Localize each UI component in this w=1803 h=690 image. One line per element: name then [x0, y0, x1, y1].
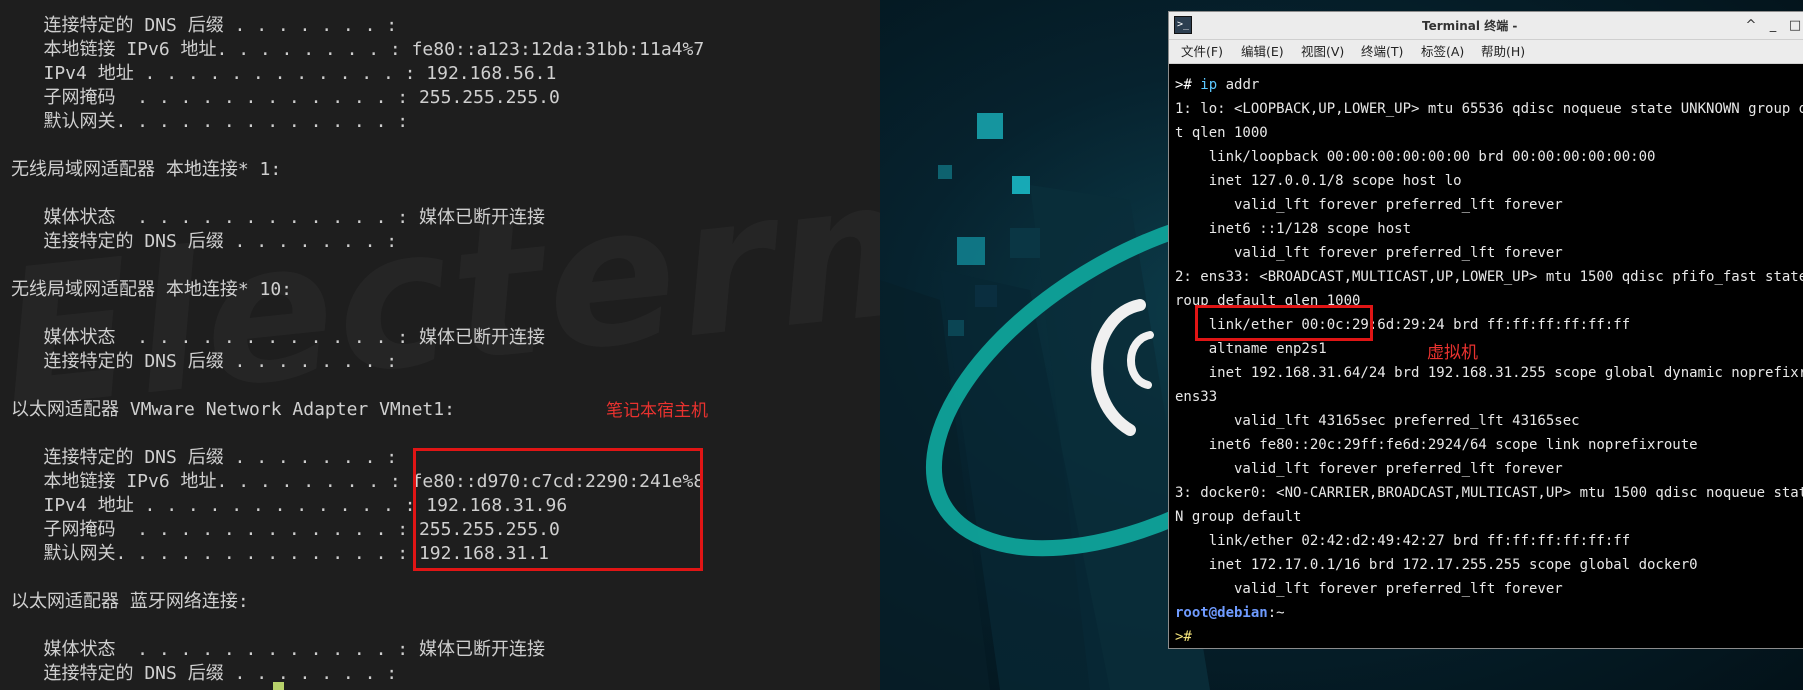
console-cursor: [273, 682, 284, 690]
terminal-body[interactable]: ># ip addr 1: lo: <LOOPBACK,UP,LOWER_UP>…: [1169, 64, 1803, 648]
terminal-window[interactable]: >_ Terminal 终端 - ^ _ □ 文件(F) 编辑(E) 视图(V)…: [1168, 11, 1803, 649]
console-line: 媒体状态 . . . . . . . . . . . . : 媒体已断开连接: [11, 207, 545, 228]
console-line: 连接特定的 DNS 后缀 . . . . . . . :: [11, 15, 398, 36]
menu-bar: 文件(F) 编辑(E) 视图(V) 终端(T) 标签(A) 帮助(H): [1169, 40, 1803, 64]
host-ip-highlight-box: [413, 448, 703, 571]
terminal-output-line: inet 127.0.0.1/8 scope host lo: [1175, 173, 1462, 189]
console-line: 连接特定的 DNS 后缀 . . . . . . . :: [11, 663, 398, 684]
terminal-output-line: valid_lft forever preferred_lft forever: [1175, 581, 1563, 597]
terminal-output-line: valid_lft forever preferred_lft forever: [1175, 461, 1563, 477]
terminal-output-line: link/ether 02:42:d2:49:42:27 brd ff:ff:f…: [1175, 533, 1631, 549]
console-line: 连接特定的 DNS 后缀 . . . . . . . :: [11, 351, 398, 372]
console-line: 媒体状态 . . . . . . . . . . . . : 媒体已断开连接: [11, 639, 545, 660]
window-title: Terminal 终端 -: [1422, 19, 1518, 33]
menu-view[interactable]: 视图(V): [1301, 40, 1344, 64]
console-line: 子网掩码 . . . . . . . . . . . . : 255.255.2…: [11, 87, 560, 108]
console-line: 以太网适配器 蓝牙网络连接:: [11, 591, 249, 612]
terminal-output-line: valid_lft forever preferred_lft forever: [1175, 245, 1563, 261]
command-arg: addr: [1225, 77, 1260, 93]
terminal-app-icon: >_: [1174, 16, 1192, 34]
prompt-symbol: >#: [1175, 77, 1192, 93]
input-line[interactable]: >#: [1175, 625, 1803, 648]
console-line: 无线局域网适配器 本地连接* 1:: [11, 159, 282, 180]
console-line: 以太网适配器 VMware Network Adapter VMnet1:: [11, 399, 455, 420]
ip-addr-output: 1: lo: <LOOPBACK,UP,LOWER_UP> mtu 65536 …: [1175, 97, 1803, 601]
menu-edit[interactable]: 编辑(E): [1241, 40, 1284, 64]
host-annotation-label: 笔记本宿主机: [606, 401, 708, 421]
command-keyword: ip: [1200, 77, 1218, 93]
menu-tabs[interactable]: 标签(A): [1421, 40, 1464, 64]
terminal-output-line: 1: lo: <LOOPBACK,UP,LOWER_UP> mtu 65536 …: [1175, 101, 1803, 117]
menu-file[interactable]: 文件(F): [1181, 40, 1223, 64]
command-line: ># ip addr: [1175, 73, 1803, 97]
console-line: 连接特定的 DNS 后缀 . . . . . . . :: [11, 231, 398, 252]
console-line: 本地链接 IPv6 地址. . . . . . . . : fe80::a123…: [11, 39, 705, 60]
console-output: 连接特定的 DNS 后缀 . . . . . . . : 本地链接 IPv6 地…: [11, 14, 704, 686]
terminal-output-line: 3: docker0: <NO-CARRIER,BROADCAST,MULTIC…: [1175, 485, 1803, 501]
prompt-symbol-2: >#: [1175, 629, 1192, 645]
terminal-output-line: inet 192.168.31.64/24 brd 192.168.31.255…: [1175, 365, 1803, 381]
terminal-output-line: inet 172.17.0.1/16 brd 172.17.255.255 sc…: [1175, 557, 1698, 573]
maximize-button[interactable]: □: [1786, 16, 1803, 36]
terminal-output-line: 2: ens33: <BROADCAST,MULTICAST,UP,LOWER_…: [1175, 269, 1803, 285]
terminal-output: ># ip addr 1: lo: <LOOPBACK,UP,LOWER_UP>…: [1175, 73, 1803, 648]
terminal-output-line: valid_lft forever preferred_lft forever: [1175, 197, 1563, 213]
prompt-user-host: root@debian: [1175, 605, 1268, 621]
console-line: 媒体状态 . . . . . . . . . . . . : 媒体已断开连接: [11, 327, 545, 348]
terminal-output-line: link/loopback 00:00:00:00:00:00 brd 00:0…: [1175, 149, 1656, 165]
terminal-output-line: inet6 fe80::20c:29ff:fe6d:2924/64 scope …: [1175, 437, 1698, 453]
vm-annotation-label: 虚拟机: [1427, 343, 1478, 363]
menu-help[interactable]: 帮助(H): [1481, 40, 1525, 64]
title-bar[interactable]: >_ Terminal 终端 - ^ _ □: [1169, 12, 1803, 40]
windows-console[interactable]: Electerm 连接特定的 DNS 后缀 . . . . . . . : 本地…: [0, 0, 880, 690]
terminal-output-line: t qlen 1000: [1175, 125, 1268, 141]
collapse-button[interactable]: ^: [1742, 16, 1760, 36]
terminal-output-line: N group default: [1175, 509, 1302, 525]
minimize-button[interactable]: _: [1764, 16, 1782, 36]
terminal-output-line: valid_lft 43165sec preferred_lft 43165se…: [1175, 413, 1580, 429]
prompt-path: :~: [1267, 605, 1285, 621]
menu-terminal[interactable]: 终端(T): [1361, 40, 1403, 64]
prompt-line: root@debian:~: [1175, 601, 1803, 625]
console-line: 无线局域网适配器 本地连接* 10:: [11, 279, 293, 300]
console-line: IPv4 地址 . . . . . . . . . . . . : 192.16…: [11, 63, 557, 84]
terminal-output-line: ens33: [1175, 389, 1218, 405]
terminal-output-line: inet6 ::1/128 scope host: [1175, 221, 1412, 237]
vm-ip-highlight-box: [1195, 305, 1373, 341]
console-line: 默认网关. . . . . . . . . . . . . :: [11, 111, 409, 132]
